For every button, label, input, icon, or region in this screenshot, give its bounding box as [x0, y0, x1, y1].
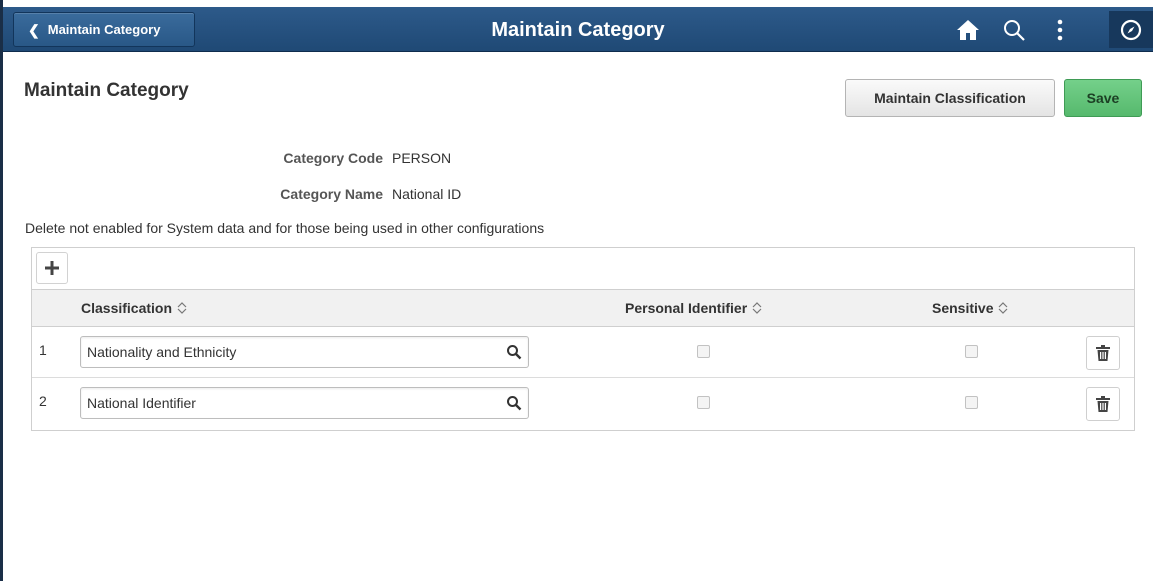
grid-toolbar	[32, 248, 1134, 290]
sensitive-column-label: Sensitive	[932, 300, 994, 316]
category-code-label: Category Code	[283, 150, 383, 166]
classification-field	[80, 387, 529, 419]
delete-notice: Delete not enabled for System data and f…	[25, 220, 545, 236]
actions-menu-icon[interactable]	[1045, 15, 1075, 45]
category-name-label: Category Name	[280, 186, 383, 202]
trash-icon	[1096, 345, 1110, 361]
classification-input[interactable]	[81, 337, 501, 367]
row-number: 1	[39, 342, 47, 358]
sort-icon	[999, 302, 1008, 314]
grid-header: Classification Personal Identifier Sensi…	[32, 290, 1134, 327]
navbar-icon[interactable]	[1109, 11, 1153, 48]
personal-identifier-column-label: Personal Identifier	[625, 300, 748, 316]
classification-grid: Classification Personal Identifier Sensi…	[31, 247, 1135, 431]
maintain-classification-button[interactable]: Maintain Classification	[845, 79, 1055, 117]
personal-identifier-column-header[interactable]: Personal Identifier	[625, 300, 762, 316]
table-row: 1	[32, 327, 1134, 378]
trash-icon	[1096, 396, 1110, 412]
personal-identifier-checkbox[interactable]	[697, 345, 710, 358]
page-title: Maintain Category	[24, 80, 189, 101]
sensitive-column-header[interactable]: Sensitive	[932, 300, 1008, 316]
classification-column-header[interactable]: Classification	[81, 300, 187, 316]
save-button[interactable]: Save	[1064, 79, 1142, 117]
category-code-value: PERSON	[392, 150, 452, 166]
lookup-icon[interactable]	[506, 395, 522, 411]
classification-input[interactable]	[81, 388, 501, 418]
table-row: 2	[32, 378, 1134, 429]
row-number: 2	[39, 393, 47, 409]
delete-row-button[interactable]	[1086, 336, 1120, 370]
sensitive-checkbox[interactable]	[965, 396, 978, 409]
window-edge	[0, 0, 3, 581]
add-row-button[interactable]	[36, 252, 68, 284]
search-icon[interactable]	[999, 15, 1029, 45]
plus-icon	[45, 261, 59, 275]
top-banner: ❮ Maintain Category Maintain Category	[3, 7, 1153, 52]
category-name-value: National ID	[392, 186, 462, 202]
personal-identifier-checkbox[interactable]	[697, 396, 710, 409]
lookup-icon[interactable]	[506, 344, 522, 360]
sort-icon	[752, 302, 762, 314]
classification-field	[80, 336, 529, 368]
home-icon[interactable]	[953, 15, 983, 45]
delete-row-button[interactable]	[1086, 387, 1120, 421]
sensitive-checkbox[interactable]	[965, 345, 978, 358]
sort-icon	[177, 302, 187, 314]
classification-column-label: Classification	[81, 300, 173, 316]
